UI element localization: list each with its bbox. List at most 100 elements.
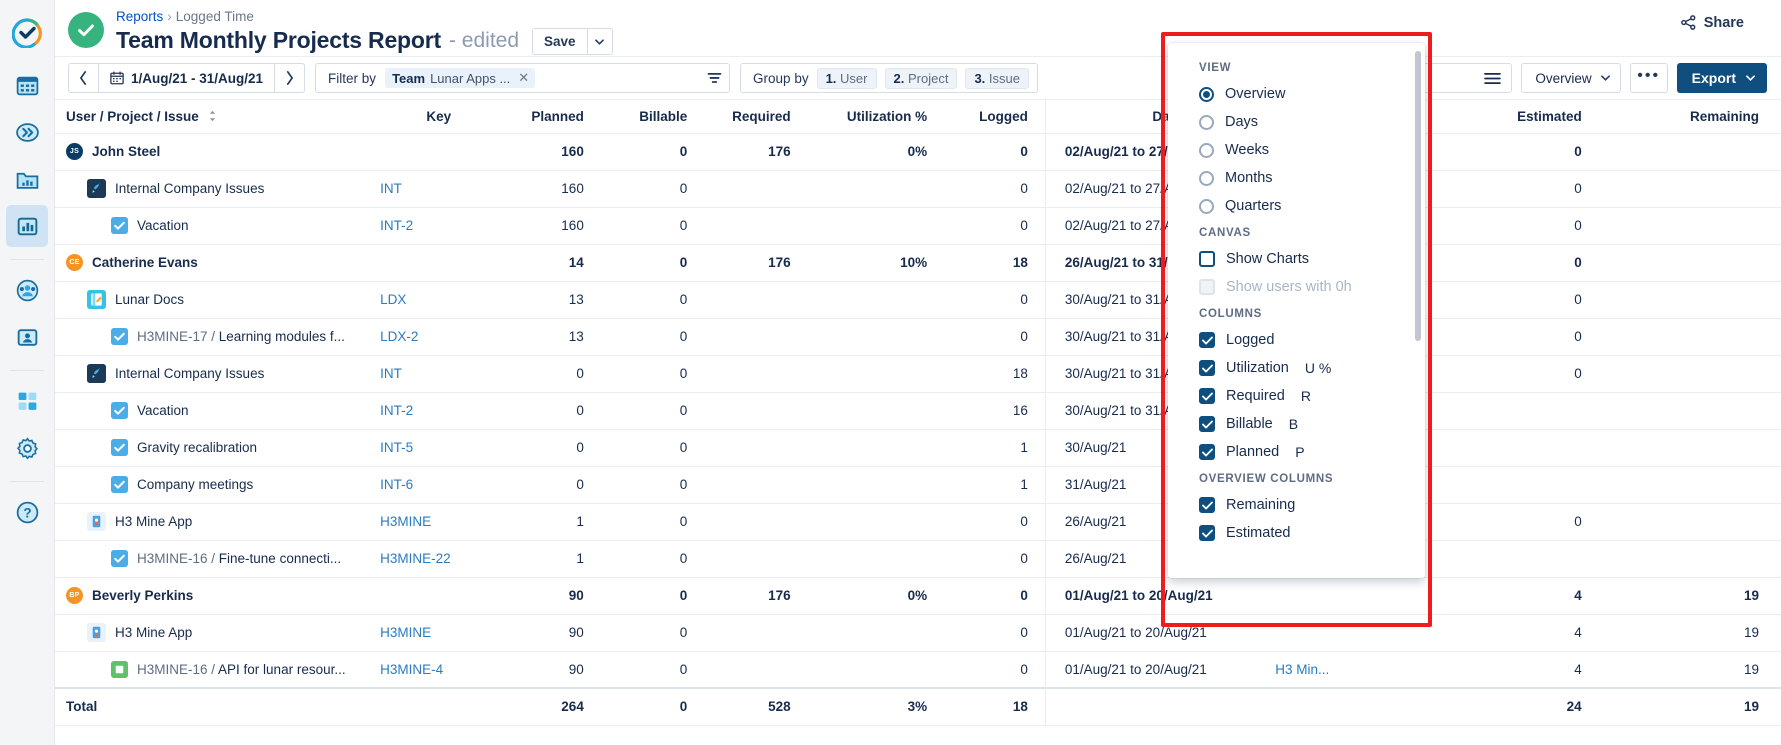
column-option-logged[interactable]: Logged — [1168, 326, 1425, 354]
row-key[interactable]: INT — [380, 355, 498, 393]
table-row[interactable]: Gravity recalibration INT-5 0 0 1 30/Aug/21 — [55, 429, 1781, 467]
row-key[interactable]: H3MINE — [380, 614, 498, 652]
radio-days[interactable] — [1199, 114, 1214, 130]
radio-quarters[interactable] — [1199, 198, 1214, 214]
sidebar-item-accounts[interactable] — [6, 316, 48, 358]
overview-column-option-estimated[interactable]: Estimated — [1168, 519, 1425, 547]
table-row[interactable]: Company meetings INT-6 0 0 1 31/Aug/21 — [55, 466, 1781, 504]
filter-chip-team[interactable]: Team Lunar Apps ... ✕ — [385, 68, 536, 88]
row-key-link[interactable]: INT-2 — [380, 218, 413, 233]
canvas-option-show-charts[interactable]: Show Charts — [1168, 245, 1425, 273]
row-key-link[interactable]: H3MINE-22 — [380, 551, 451, 566]
row-key[interactable]: INT — [380, 170, 498, 208]
column-header-utilization[interactable]: Utilization % — [807, 100, 945, 134]
row-key[interactable]: H3MINE — [380, 503, 498, 541]
row-key[interactable]: INT-2 — [380, 392, 498, 430]
column-header-key[interactable]: Key — [380, 100, 498, 134]
row-key[interactable]: INT-2 — [380, 207, 498, 245]
row-key-link[interactable]: H3MINE-4 — [380, 662, 443, 677]
table-row[interactable]: Vacation INT-2 160 0 0 02/Aug/21 to 27/Aug/21… — [55, 207, 1781, 245]
row-key-link[interactable]: INT-2 — [380, 403, 413, 418]
row-key-link[interactable]: INT — [380, 366, 402, 381]
overview-column-option-remaining[interactable]: Remaining — [1168, 491, 1425, 519]
sidebar-item-calendar[interactable] — [6, 64, 48, 106]
checkbox[interactable] — [1199, 497, 1215, 513]
row-key-link[interactable]: INT-5 — [380, 440, 413, 455]
row-account[interactable] — [1269, 614, 1472, 652]
view-option-days[interactable]: Days — [1168, 108, 1425, 136]
column-option-utilization[interactable]: Utilization U % — [1168, 354, 1425, 382]
tempo-logo-icon[interactable] — [6, 12, 48, 54]
row-key-link[interactable]: H3MINE — [380, 514, 431, 529]
column-header-planned[interactable]: Planned — [497, 100, 601, 134]
checkbox[interactable] — [1199, 332, 1215, 348]
sidebar-item-help[interactable]: ? — [6, 491, 48, 533]
column-header-logged[interactable]: Logged — [944, 100, 1046, 134]
row-key-link[interactable]: INT — [380, 181, 402, 196]
column-header-billable[interactable]: Billable — [600, 100, 705, 134]
column-header-required[interactable]: Required — [704, 100, 808, 134]
column-header-estimated[interactable]: Estimated — [1471, 100, 1600, 134]
export-button[interactable]: Export — [1676, 63, 1767, 93]
checkbox[interactable] — [1199, 360, 1215, 376]
view-option-weeks[interactable]: Weeks — [1168, 136, 1425, 164]
view-option-months[interactable]: Months — [1168, 164, 1425, 192]
share-button[interactable]: Share — [1680, 14, 1744, 31]
sidebar-item-apps[interactable] — [6, 380, 48, 422]
table-row[interactable]: H3MINE-17 / Learning modules f... LDX-2 13… — [55, 318, 1781, 356]
row-key[interactable]: H3MINE-4 — [380, 651, 498, 689]
radio-months[interactable] — [1199, 170, 1214, 186]
checkbox[interactable] — [1199, 251, 1215, 267]
date-next-button[interactable] — [275, 63, 306, 93]
table-row[interactable]: H3 Mine App H3MINE 1 0 0 26/Aug/21 0 — [55, 503, 1781, 541]
table-row[interactable]: CE Catherine Evans 14 0 176 10% 18 26/Aug/21 to… — [55, 244, 1781, 282]
table-row[interactable]: H3MINE-16 / API for lunar resour... H3MIN… — [55, 651, 1781, 689]
column-option-required[interactable]: Required R — [1168, 382, 1425, 410]
view-option-quarters[interactable]: Quarters — [1168, 192, 1425, 220]
date-prev-button[interactable] — [68, 63, 98, 93]
radio-weeks[interactable] — [1199, 142, 1214, 158]
row-key-link[interactable]: H3MINE — [380, 625, 431, 640]
sidebar-item-reports[interactable] — [6, 205, 48, 247]
group-by-chip-issue[interactable]: 3. Issue — [965, 67, 1029, 89]
radio-overview[interactable] — [1199, 86, 1214, 102]
sidebar-item-reports-folder[interactable] — [6, 158, 48, 200]
sidebar-item-teams[interactable] — [6, 269, 48, 311]
checkbox[interactable] — [1199, 388, 1215, 404]
view-selector-button[interactable]: Overview — [1521, 63, 1621, 93]
view-option-overview[interactable]: Overview — [1168, 80, 1425, 108]
save-dropdown-button[interactable] — [586, 28, 613, 55]
more-options-button[interactable]: ••• — [1629, 63, 1668, 93]
checkbox[interactable] — [1199, 416, 1215, 432]
table-row[interactable]: BP Beverly Perkins 90 0 176 0% 0 01/Aug/21 to 2… — [55, 577, 1781, 615]
row-key[interactable] — [380, 133, 498, 171]
sidebar-item-forward[interactable] — [6, 111, 48, 153]
column-header-remaining[interactable]: Remaining — [1599, 100, 1781, 134]
row-key[interactable] — [380, 577, 498, 615]
row-account-link[interactable]: H3 Min... — [1275, 662, 1329, 677]
table-row[interactable]: Vacation INT-2 0 0 16 30/Aug/21 to 31/Aug/21 — [55, 392, 1781, 430]
row-key[interactable]: LDX-2 — [380, 318, 498, 356]
table-row[interactable]: Internal Company Issues INT 0 0 18 30/Aug/21 … — [55, 355, 1781, 393]
table-row[interactable]: H3MINE-16 / Fine-tune connecti... H3MINE-… — [55, 540, 1781, 578]
table-row[interactable]: JS John Steel 160 0 176 0% 0 02/Aug/21 to 27/Au… — [55, 133, 1781, 171]
sidebar-item-settings[interactable] — [6, 427, 48, 469]
row-key-link[interactable]: LDX — [380, 292, 406, 307]
row-account[interactable] — [1269, 577, 1472, 615]
row-key[interactable]: INT-5 — [380, 429, 498, 467]
group-by-chip-user[interactable]: 1. User — [816, 67, 877, 89]
group-by-chip-project[interactable]: 2. Project — [884, 67, 958, 89]
close-icon[interactable]: ✕ — [518, 70, 529, 86]
row-key[interactable]: H3MINE-22 — [380, 540, 498, 578]
row-account[interactable]: H3 Min... — [1269, 651, 1472, 689]
checkbox[interactable] — [1199, 525, 1215, 541]
breadcrumb-reports[interactable]: Reports — [116, 9, 163, 24]
row-key[interactable]: LDX — [380, 281, 498, 319]
filter-funnel-icon[interactable] — [707, 72, 722, 85]
table-row[interactable]: Lunar Docs LDX 13 0 0 30/Aug/21 to 31/Aug/21 0 — [55, 281, 1781, 319]
table-row[interactable]: Internal Company Issues INT 160 0 0 02/Aug/21… — [55, 170, 1781, 208]
row-key-link[interactable]: INT-6 — [380, 477, 413, 492]
column-option-planned[interactable]: Planned P — [1168, 438, 1425, 466]
row-key[interactable]: INT-6 — [380, 466, 498, 504]
panel-scrollbar[interactable] — [1415, 51, 1421, 341]
